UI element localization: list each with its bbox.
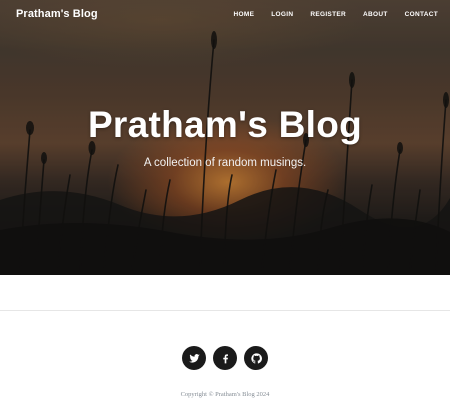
social-links xyxy=(0,346,450,370)
twitter-button[interactable] xyxy=(182,346,206,370)
facebook-button[interactable] xyxy=(213,346,237,370)
brand-link[interactable]: Pratham's Blog xyxy=(16,8,98,20)
hero-title: Pratham's Blog xyxy=(87,104,363,145)
nav-links: HOME LOGIN REGISTER ABOUT CONTACT xyxy=(217,11,438,18)
nav-link-about[interactable]: ABOUT xyxy=(363,11,388,18)
nav-link-register[interactable]: REGISTER xyxy=(310,11,346,18)
twitter-icon xyxy=(188,353,200,363)
nav-link-contact[interactable]: CONTACT xyxy=(405,11,438,18)
navbar: Pratham's Blog HOME LOGIN REGISTER ABOUT… xyxy=(0,0,450,28)
github-button[interactable] xyxy=(244,346,268,370)
copyright-text: Copyright © Pratham's Blog 2024 xyxy=(180,391,270,398)
nav-link-login[interactable]: LOGIN xyxy=(271,11,293,18)
nav-link-home[interactable]: HOME xyxy=(234,11,255,18)
hero-header: Pratham's Blog HOME LOGIN REGISTER ABOUT… xyxy=(0,0,450,275)
facebook-icon xyxy=(222,353,228,363)
github-icon xyxy=(250,352,262,364)
hero-subtitle: A collection of random musings. xyxy=(143,157,307,169)
footer-divider xyxy=(0,310,450,311)
